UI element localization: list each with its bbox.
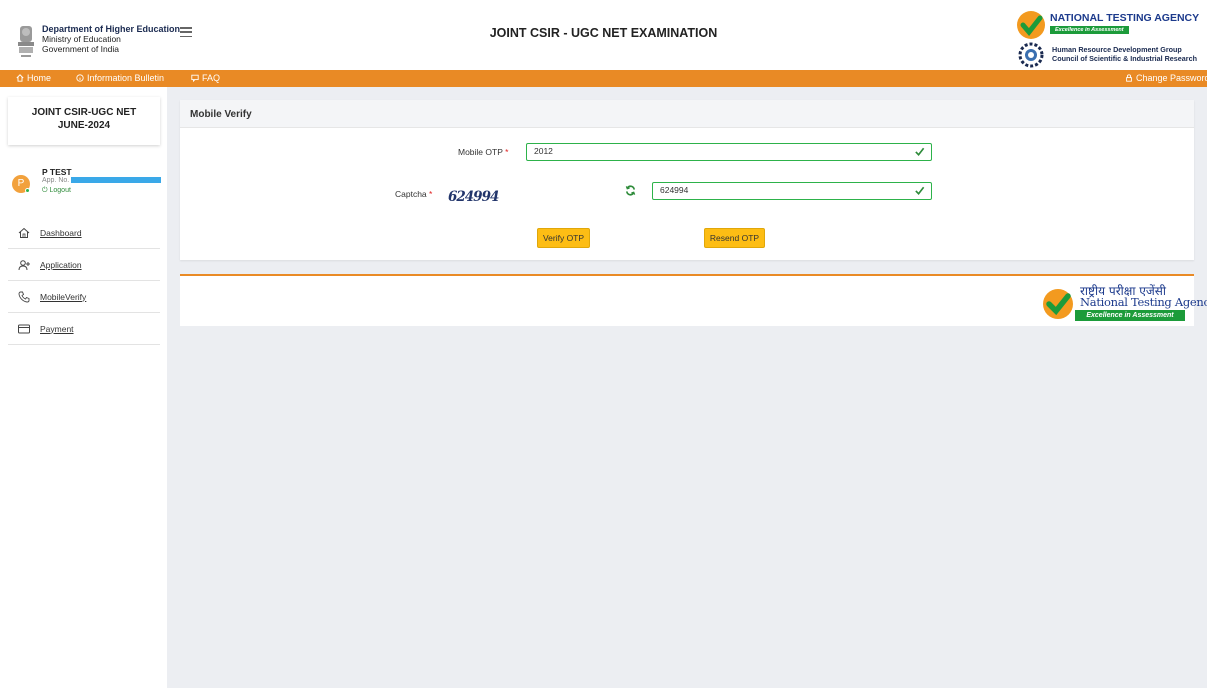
- info-icon: [76, 74, 84, 82]
- sidebar-item-label: Application: [40, 259, 82, 270]
- power-icon: ⏻: [42, 187, 48, 194]
- sidebar-item-application[interactable]: Application: [8, 249, 160, 281]
- csir-name: Council of Scientific & Industrial Resea…: [1052, 54, 1197, 63]
- application-number: App. No.: [42, 177, 162, 184]
- mobile-otp-label-text: Mobile OTP: [458, 147, 503, 157]
- user-name: P TEST: [42, 167, 72, 177]
- credit-card-icon: [18, 324, 30, 333]
- mobile-otp-value: 2012: [534, 146, 553, 156]
- sidebar-item-mobileverify[interactable]: MobileVerify: [8, 281, 160, 313]
- exam-name: JOINT CSIR-UGC NET: [31, 107, 137, 118]
- logout-label: Logout: [49, 187, 71, 194]
- main-content: Mobile Verify Mobile OTP * 2012 Captcha …: [172, 87, 1207, 688]
- nav-information-bulletin-label: Information Bulletin: [87, 73, 165, 83]
- agency-tagline: Excellence in Assessment: [1050, 26, 1129, 34]
- nta-logo-icon: [1043, 289, 1073, 319]
- verify-otp-button[interactable]: Verify OTP: [537, 228, 590, 248]
- chat-icon: [191, 74, 199, 82]
- nta-logo-icon: [1017, 11, 1045, 39]
- footer-banner: राष्ट्रीय परीक्षा एजेंसी National Testin…: [180, 274, 1207, 326]
- government-name: Government of India: [42, 44, 120, 54]
- sidebar-menu: Dashboard Application MobileVerify Payme…: [8, 217, 160, 345]
- check-icon: [915, 186, 925, 195]
- application-number-label: App. No.: [42, 177, 70, 184]
- exam-card: JOINT CSIR-UGC NET JUNE-2024: [8, 97, 160, 145]
- add-user-icon: [18, 259, 30, 270]
- agency-branding: NATIONAL TESTING AGENCY Excellence in As…: [1014, 10, 1199, 68]
- nav-home[interactable]: Home: [16, 73, 51, 83]
- nav-home-label: Home: [27, 73, 52, 83]
- mobile-otp-label: Mobile OTP *: [458, 147, 509, 157]
- nav-faq[interactable]: FAQ: [191, 73, 220, 83]
- csir-logo-icon: [1018, 42, 1044, 68]
- resend-otp-button[interactable]: Resend OTP: [704, 228, 765, 248]
- captcha-input-value: 624994: [660, 185, 689, 195]
- footer-agency-tagline: Excellence in Assessment: [1075, 310, 1185, 321]
- captcha-label: Captcha *: [395, 189, 433, 199]
- lock-icon: [1126, 74, 1132, 82]
- captcha-input[interactable]: 624994: [652, 182, 932, 200]
- sidebar-item-label: MobileVerify: [40, 291, 87, 302]
- logout-link[interactable]: ⏻ Logout: [42, 187, 71, 195]
- check-icon: [915, 147, 925, 156]
- nav-information-bulletin[interactable]: Information Bulletin: [76, 73, 164, 83]
- exam-session: JUNE-2024: [57, 120, 111, 131]
- agency-name: NATIONAL TESTING AGENCY: [1050, 12, 1200, 24]
- sidebar-item-payment[interactable]: Payment: [8, 313, 160, 345]
- sidebar-item-label: Dashboard: [40, 227, 82, 238]
- online-status-dot: [25, 188, 30, 193]
- top-navbar: Home Information Bulletin FAQ Change Pas…: [0, 70, 1207, 87]
- nav-change-password-label: Change Password: [1136, 73, 1207, 83]
- mobile-verify-card: Mobile Verify Mobile OTP * 2012 Captcha …: [180, 100, 1194, 260]
- home-icon: [16, 74, 24, 82]
- sidebar-item-dashboard[interactable]: Dashboard: [8, 217, 160, 249]
- agency-name-english: National Testing Agency: [1080, 295, 1207, 309]
- nav-faq-label: FAQ: [202, 73, 221, 83]
- hrd-group-name: Human Resource Development Group: [1052, 45, 1182, 54]
- site-header: Department of Higher Education Ministry …: [0, 0, 1207, 70]
- nav-change-password[interactable]: Change Password: [1125, 73, 1207, 83]
- sidebar-item-label: Payment: [40, 323, 74, 334]
- footer-agency-logo: राष्ट्रीय परीक्षा एजेंसी National Testin…: [1042, 282, 1207, 324]
- captcha-image: 624994: [448, 189, 499, 205]
- section-title: Mobile Verify: [180, 100, 1194, 128]
- phone-icon: [18, 291, 30, 302]
- home-icon: [18, 227, 30, 238]
- refresh-captcha-icon[interactable]: [625, 185, 636, 196]
- mobile-otp-input[interactable]: 2012: [526, 143, 932, 161]
- sidebar: JOINT CSIR-UGC NET JUNE-2024 P P TEST Ap…: [0, 87, 172, 688]
- redacted-application-number: [71, 177, 162, 184]
- captcha-label-text: Captcha: [395, 189, 427, 199]
